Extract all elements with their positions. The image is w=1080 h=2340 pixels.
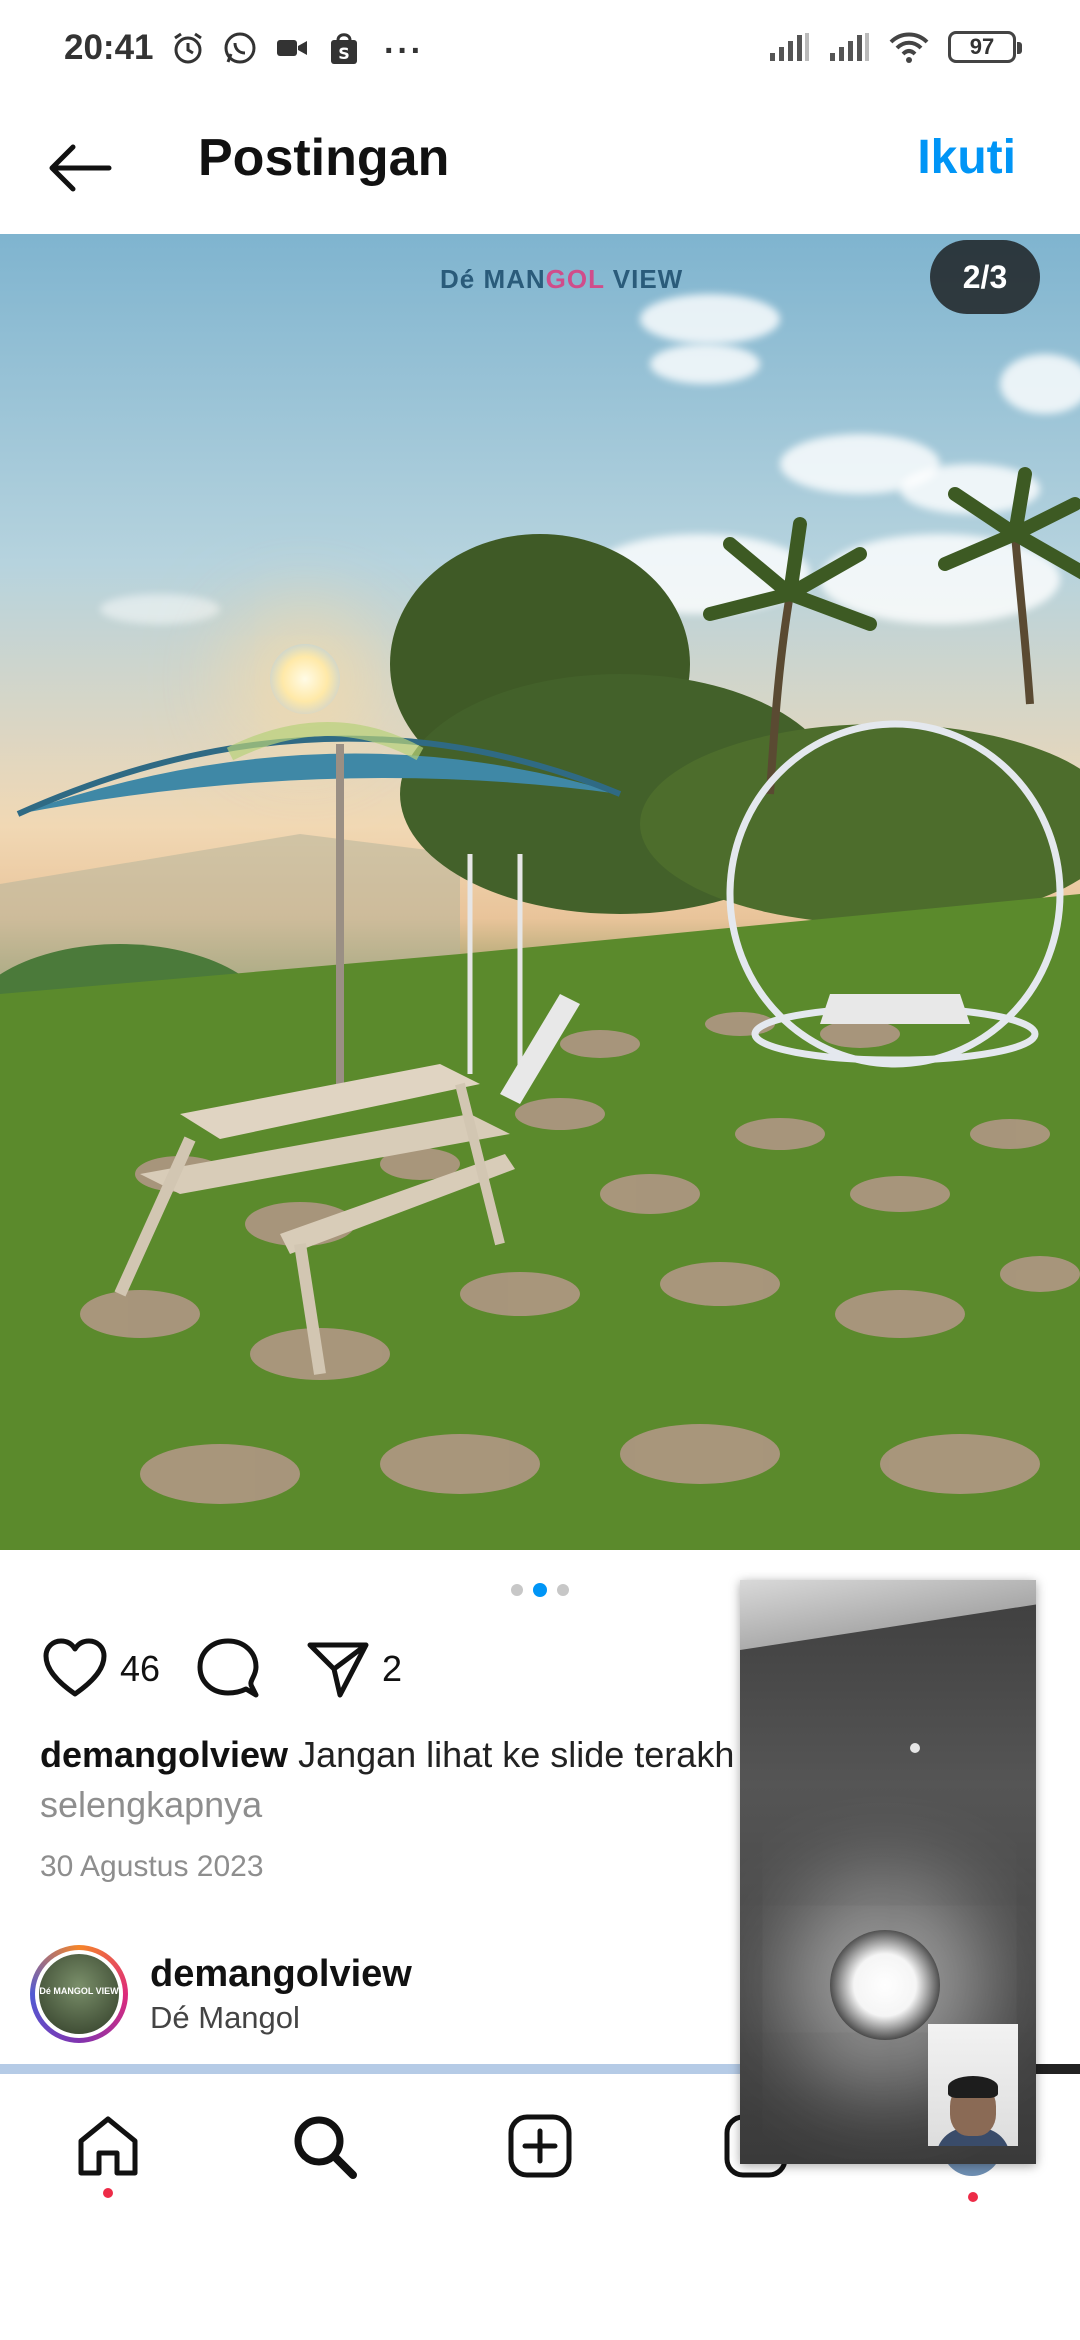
shopping-bag-icon: S	[331, 33, 357, 64]
top-app-bar: Postingan Ikuti	[0, 100, 1080, 234]
carousel-dot-active	[533, 1583, 547, 1597]
svg-text:S: S	[338, 44, 350, 63]
carousel-dot	[557, 1584, 569, 1596]
profile-notification-dot	[968, 2192, 978, 2202]
like-action: 46	[42, 1638, 160, 1700]
video-progress-bar	[0, 2064, 740, 2074]
brand-logo: Dé MANGOL VIEW	[440, 264, 684, 294]
caption-text: Jangan lihat ke slide terakh	[288, 1734, 735, 1775]
nav-home[interactable]	[68, 2106, 148, 2186]
author-username[interactable]: demangolview	[150, 1953, 412, 1996]
share-count: 2	[382, 1648, 403, 1689]
video-camera-icon	[277, 40, 307, 56]
progress-bar-tail	[1036, 2064, 1080, 2074]
post-date: 30 Agustus 2023	[40, 1850, 264, 1883]
remote-video-feed	[830, 1930, 940, 2040]
status-time: 20:41	[64, 28, 154, 67]
see-more-link[interactable]: selengkapnya	[40, 1784, 262, 1825]
avatar-logo-text: Dé MANGOL VIEW	[39, 1986, 119, 1996]
search-icon	[294, 2116, 357, 2179]
status-bar: 20:41 S ··· 97	[0, 0, 1080, 100]
nav-search[interactable]	[284, 2106, 364, 2186]
caption-username[interactable]: demangolview	[40, 1734, 288, 1775]
signal-icon	[830, 33, 869, 61]
status-right-icons: 97	[768, 30, 1022, 64]
battery-icon: 97	[948, 31, 1022, 63]
garden-scene	[0, 467, 1080, 1550]
comment-action	[196, 1637, 260, 1701]
signal-icon	[770, 33, 809, 61]
page-title: Postingan	[198, 129, 450, 187]
add-post-icon	[508, 2114, 572, 2178]
arrow-left-icon	[49, 144, 112, 192]
post-image[interactable]: Dé MANGOL VIEW 2/3	[0, 234, 1080, 1550]
home-notification-dot	[103, 2188, 113, 2198]
page-counter: 2/3	[930, 240, 1040, 314]
home-icon	[78, 2116, 138, 2176]
whatsapp-icon	[224, 32, 256, 64]
back-button[interactable]	[40, 128, 120, 208]
self-camera-preview[interactable]	[928, 2024, 1018, 2146]
avatar[interactable]: Dé MANGOL VIEW	[30, 1945, 128, 2043]
alarm-icon	[174, 32, 202, 64]
nav-create[interactable]	[500, 2106, 580, 2186]
like-count[interactable]: 46	[120, 1648, 160, 1690]
comment-icon[interactable]	[196, 1637, 260, 1701]
carousel-dot	[511, 1584, 523, 1596]
wifi-icon	[889, 32, 929, 63]
heart-icon[interactable]	[42, 1638, 108, 1700]
post-actions: 46 2	[42, 1632, 402, 1706]
paper-plane-icon[interactable]	[306, 1639, 370, 1699]
share-action: 2	[306, 1639, 402, 1699]
status-left-icons: S	[170, 30, 362, 66]
author-row[interactable]: Dé MANGOL VIEW demangolview Dé Mangol	[30, 1944, 412, 2044]
more-notifications-indicator: ···	[384, 32, 424, 70]
video-call-pip[interactable]	[740, 1580, 1036, 2164]
follow-button[interactable]: Ikuti	[917, 130, 1016, 185]
author-subtitle: Dé Mangol	[150, 1999, 300, 2035]
